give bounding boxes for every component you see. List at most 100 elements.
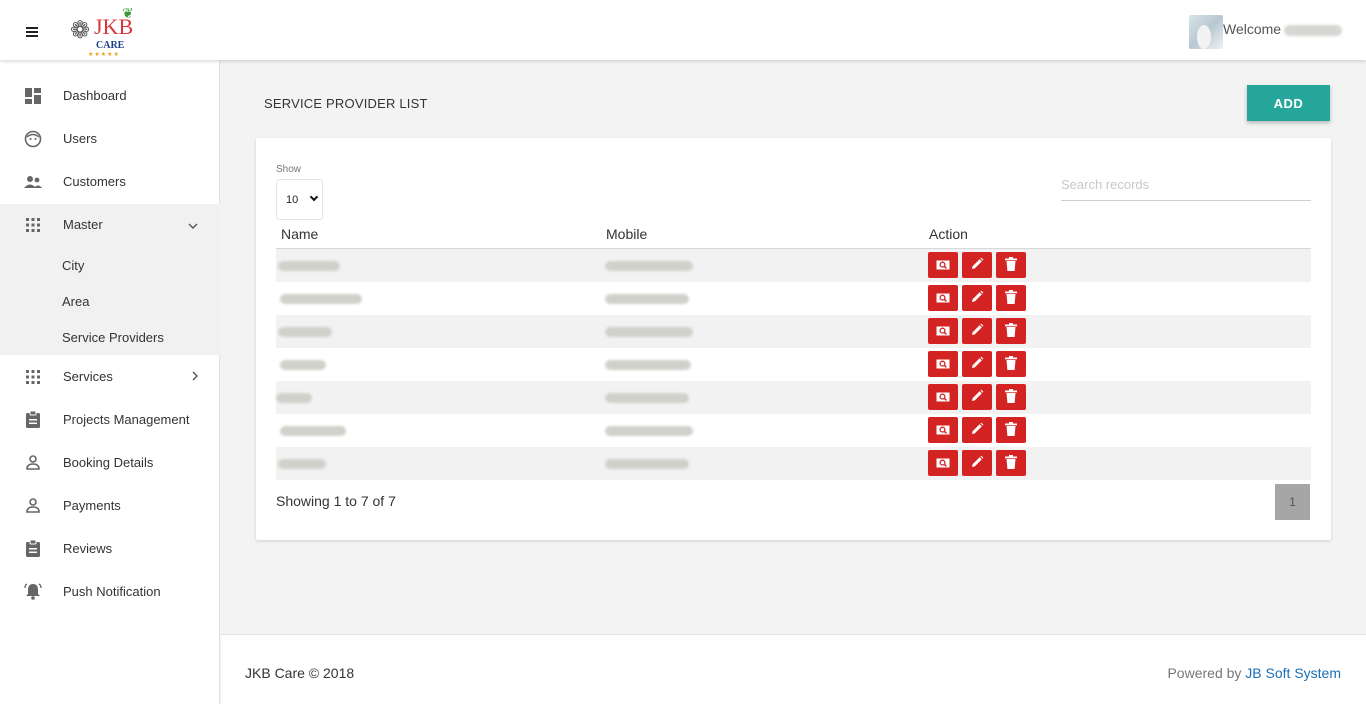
delete-button[interactable] xyxy=(996,318,1026,344)
logo[interactable]: ❁ ❦ JKB CARE ★★★★★ xyxy=(68,6,144,58)
page-size-select[interactable]: 10 xyxy=(276,179,323,220)
clipboard-icon xyxy=(24,540,42,558)
avatar[interactable] xyxy=(1189,15,1223,49)
sidebar-item-payments[interactable]: Payments xyxy=(0,484,220,527)
view-button[interactable] xyxy=(928,351,958,377)
edit-button[interactable] xyxy=(962,285,992,311)
view-button[interactable] xyxy=(928,384,958,410)
dashboard-icon xyxy=(24,87,42,105)
mobile-cell-redacted xyxy=(605,459,689,469)
search-input[interactable] xyxy=(1061,168,1311,201)
page-title: SERVICE PROVIDER LIST xyxy=(264,96,428,111)
view-icon xyxy=(936,258,950,273)
edit-button[interactable] xyxy=(962,351,992,377)
top-header: ❁ ❦ JKB CARE ★★★★★ Welcome xyxy=(0,0,1366,60)
delete-button[interactable] xyxy=(996,252,1026,278)
mobile-cell-redacted xyxy=(605,294,689,304)
edit-button[interactable] xyxy=(962,450,992,476)
table-row xyxy=(276,249,1311,282)
edit-button[interactable] xyxy=(962,417,992,443)
view-icon xyxy=(936,423,950,438)
view-button[interactable] xyxy=(928,318,958,344)
sidebar-item-projects-management[interactable]: Projects Management xyxy=(0,398,220,441)
sidebar-item-master[interactable]: Master xyxy=(0,203,220,246)
sidebar-item-reviews[interactable]: Reviews xyxy=(0,527,220,570)
page-size-value: 10 xyxy=(286,193,299,206)
person-icon xyxy=(24,454,42,472)
delete-button[interactable] xyxy=(996,384,1026,410)
pencil-icon xyxy=(970,455,984,472)
sidebar-item-label: Reviews xyxy=(63,541,113,556)
add-button[interactable]: ADD xyxy=(1247,85,1330,121)
grid-icon xyxy=(24,368,42,386)
trash-icon xyxy=(1005,355,1017,373)
name-cell-redacted xyxy=(278,459,326,469)
sidebar-item-label: Push Notification xyxy=(63,584,161,599)
sidebar-item-users[interactable]: Users xyxy=(0,117,220,160)
delete-button[interactable] xyxy=(996,450,1026,476)
table-row xyxy=(276,414,1311,447)
flower-icon: ❁ xyxy=(70,16,91,44)
mobile-cell-redacted xyxy=(605,261,693,271)
sidebar-item-booking-details[interactable]: Booking Details xyxy=(0,441,220,484)
sidebar-subitem-area[interactable]: Area xyxy=(0,283,220,319)
user-name-redacted xyxy=(1284,25,1342,36)
edit-button[interactable] xyxy=(962,252,992,278)
delete-button[interactable] xyxy=(996,285,1026,311)
view-button[interactable] xyxy=(928,450,958,476)
sidebar-subitem-label: City xyxy=(62,257,85,273)
name-cell-redacted xyxy=(276,393,312,403)
view-button[interactable] xyxy=(928,285,958,311)
delete-button[interactable] xyxy=(996,417,1026,443)
powered-by-link[interactable]: JB Soft System xyxy=(1245,665,1341,681)
face-icon xyxy=(24,130,42,148)
sidebar-item-label: Services xyxy=(63,369,113,384)
welcome-text[interactable]: Welcome xyxy=(1223,21,1281,37)
pencil-icon xyxy=(970,389,984,406)
trash-icon xyxy=(1005,388,1017,406)
view-icon xyxy=(936,456,950,471)
sidebar-item-label: Dashboard xyxy=(63,88,127,103)
powered-by-prefix: Powered by xyxy=(1167,665,1246,681)
pagination-page-1[interactable]: 1 xyxy=(1275,484,1310,520)
sidebar-item-dashboard[interactable]: Dashboard xyxy=(0,74,220,117)
trash-icon xyxy=(1005,289,1017,307)
table-info: Showing 1 to 7 of 7 xyxy=(276,493,396,509)
bell-icon xyxy=(24,583,42,601)
chevron-down-icon xyxy=(309,192,319,202)
sidebar-item-label: Projects Management xyxy=(63,412,190,427)
name-cell-redacted xyxy=(280,426,346,436)
sidebar-subitem-label: Service Providers xyxy=(62,329,164,345)
sidebar-subitem-label: Area xyxy=(62,293,90,309)
trash-icon xyxy=(1005,322,1017,340)
powered-by-text: Powered by JB Soft System xyxy=(1167,665,1341,681)
table-row xyxy=(276,447,1311,480)
sidebar-item-push-notification[interactable]: Push Notification xyxy=(0,570,220,613)
show-label: Show xyxy=(276,164,302,175)
sidebar-item-services[interactable]: Services xyxy=(0,355,220,398)
sidebar-item-label: Users xyxy=(63,131,97,146)
table-row xyxy=(276,348,1311,381)
mobile-cell-redacted xyxy=(605,426,693,436)
page-footer: JKB Care © 2018 Powered by JB Soft Syste… xyxy=(221,634,1366,704)
edit-button[interactable] xyxy=(962,384,992,410)
column-header-mobile[interactable]: Mobile xyxy=(606,226,647,242)
logo-stars: ★★★★★ xyxy=(88,51,120,58)
sidebar-subitem-service-providers[interactable]: Service Providers xyxy=(0,319,220,355)
view-button[interactable] xyxy=(928,417,958,443)
pencil-icon xyxy=(970,323,984,340)
edit-button[interactable] xyxy=(962,318,992,344)
view-icon xyxy=(936,324,950,339)
name-cell-redacted xyxy=(280,294,362,304)
sidebar-item-label: Payments xyxy=(63,498,121,513)
sidebar: Dashboard Users Customers Master City Ar… xyxy=(0,60,220,704)
trash-icon xyxy=(1005,256,1017,274)
sidebar-item-customers[interactable]: Customers xyxy=(0,160,220,203)
name-cell-redacted xyxy=(278,261,340,271)
column-header-name[interactable]: Name xyxy=(281,226,318,242)
sidebar-subitem-city[interactable]: City xyxy=(0,247,220,283)
menu-icon[interactable] xyxy=(20,20,44,42)
pencil-icon xyxy=(970,257,984,274)
delete-button[interactable] xyxy=(996,351,1026,377)
view-button[interactable] xyxy=(928,252,958,278)
